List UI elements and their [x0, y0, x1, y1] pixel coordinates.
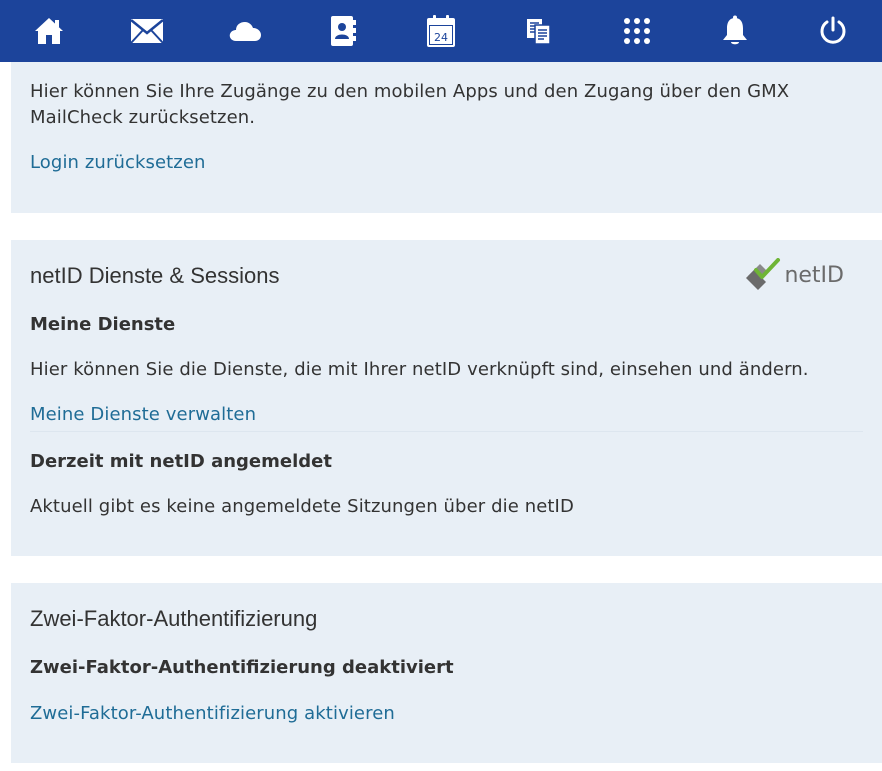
calendar-day-label: 24: [434, 31, 448, 44]
netid-logo-text: netID: [784, 262, 844, 288]
address-book-icon[interactable]: [323, 11, 363, 51]
sessions-description: Aktuell gibt es keine angemeldete Sitzun…: [30, 496, 574, 517]
section-divider: [30, 431, 863, 432]
documents-icon[interactable]: [519, 11, 559, 51]
sessions-heading: Derzeit mit netID angemeldet: [30, 451, 332, 472]
home-icon[interactable]: [29, 11, 69, 51]
reset-description-line2: MailCheck zurücksetzen.: [30, 107, 256, 128]
apps-grid-icon[interactable]: [617, 11, 657, 51]
netid-card: netID Dienste & Sessions netID Meine Die…: [11, 240, 882, 556]
login-reset-card: Hier können Sie Ihre Zugänge zu den mobi…: [11, 62, 882, 213]
bell-icon[interactable]: [715, 11, 755, 51]
mail-icon[interactable]: [127, 11, 167, 51]
power-icon[interactable]: [813, 11, 853, 51]
manage-services-link[interactable]: Meine Dienste verwalten: [30, 402, 256, 428]
login-reset-link[interactable]: Login zurücksetzen: [30, 150, 206, 176]
two-factor-status: Zwei-Faktor-Authentifizierung deaktivier…: [30, 657, 454, 678]
two-factor-card: Zwei-Faktor-Authentifizierung Zwei-Fakto…: [11, 583, 882, 763]
netid-logo-icon: [746, 258, 781, 290]
activate-two-factor-link[interactable]: Zwei-Faktor-Authentifizierung aktivieren: [30, 701, 395, 727]
cloud-icon[interactable]: [225, 11, 265, 51]
services-description: Hier können Sie die Dienste, die mit Ihr…: [30, 359, 809, 380]
netid-logo: netID: [744, 258, 844, 292]
two-factor-title: Zwei-Faktor-Authentifizierung: [30, 606, 318, 631]
top-navigation-bar: 24: [0, 0, 882, 62]
services-heading: Meine Dienste: [30, 314, 176, 335]
netid-section-title: netID Dienste & Sessions: [30, 263, 280, 288]
calendar-icon[interactable]: 24: [421, 11, 461, 51]
reset-description: Hier können Sie Ihre Zugänge zu den mobi…: [30, 81, 790, 102]
